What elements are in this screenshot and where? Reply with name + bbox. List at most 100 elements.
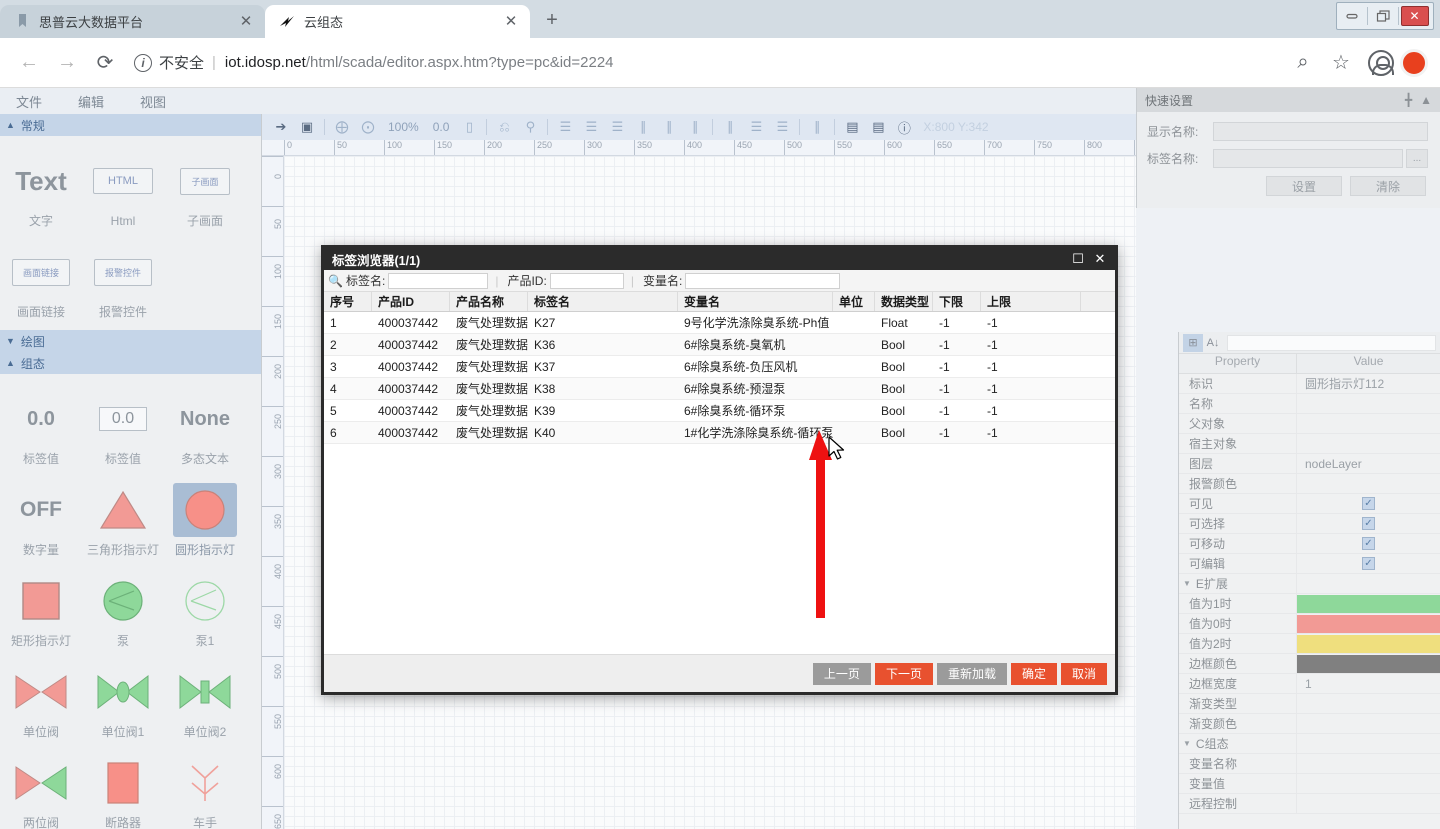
checkbox[interactable]: ✓ <box>1362 557 1375 570</box>
variable-name-filter-input[interactable] <box>685 273 840 289</box>
palette-item-html[interactable]: HTML Html <box>82 144 164 235</box>
property-value[interactable] <box>1297 774 1440 793</box>
table-row[interactable]: 5400037442废气处理数据采K396#除臭系统-循环泵Bool-1-1 <box>324 400 1115 422</box>
property-row[interactable]: 值为1时 <box>1179 594 1440 614</box>
palette-item-unit-valve1[interactable]: 单位阀1 <box>82 655 164 746</box>
property-row[interactable]: 渐变类型 <box>1179 694 1440 714</box>
property-value[interactable]: ✓ <box>1297 514 1440 533</box>
new-tab-button[interactable]: + <box>538 6 566 34</box>
col-unit[interactable]: 单位 <box>833 292 875 311</box>
confirm-button[interactable]: 确定 <box>1011 663 1057 685</box>
property-row[interactable]: 值为2时 <box>1179 634 1440 654</box>
ungroup-icon[interactable]: ∥ <box>804 116 830 138</box>
col-product-id[interactable]: 产品ID <box>372 292 450 311</box>
checkbox[interactable]: ✓ <box>1362 497 1375 510</box>
property-value[interactable] <box>1297 474 1440 493</box>
property-value[interactable]: 圆形指示灯112 <box>1297 374 1440 393</box>
page-icon[interactable]: ▯ <box>456 116 482 138</box>
property-value[interactable] <box>1297 614 1440 633</box>
align-top-icon[interactable]: ∥ <box>630 116 656 138</box>
col-lower-limit[interactable]: 下限 <box>933 292 981 311</box>
reload-button[interactable]: 重新加载 <box>937 663 1007 685</box>
palette-group-general[interactable]: ▲ 常规 <box>0 114 261 136</box>
align-center-icon[interactable]: ☰ <box>578 116 604 138</box>
palette-item-unit-valve[interactable]: 单位阀 <box>0 655 82 746</box>
property-value[interactable] <box>1297 414 1440 433</box>
menu-view[interactable]: 视图 <box>140 92 166 111</box>
palette-item-text[interactable]: Text 文字 <box>0 144 82 235</box>
sort-az-icon[interactable]: A↓ <box>1203 334 1223 352</box>
address-bar[interactable]: i 不安全 | iot.idosp.net /html/scada/editor… <box>134 47 1276 79</box>
table-row[interactable]: 3400037442废气处理数据采K376#除臭系统-负压风机Bool-1-1 <box>324 356 1115 378</box>
profile-avatar-icon[interactable] <box>1368 50 1394 76</box>
col-upper-limit[interactable]: 上限 <box>981 292 1081 311</box>
property-row[interactable]: 标识圆形指示灯112 <box>1179 374 1440 394</box>
property-value[interactable]: 1 <box>1297 674 1440 693</box>
palette-group-drawing[interactable]: ▼ 绘图 <box>0 330 261 352</box>
menu-file[interactable]: 文件 <box>16 92 42 111</box>
palette-item-multistate-text[interactable]: None 多态文本 <box>164 382 246 473</box>
browser-tab-2[interactable]: 云组态 ✕ <box>265 5 530 38</box>
back-icon[interactable]: ← <box>12 46 46 80</box>
maximize-icon[interactable]: ☐ <box>1067 249 1089 269</box>
property-row[interactable]: 变量值 <box>1179 774 1440 794</box>
tag-name-filter-input[interactable] <box>388 273 488 289</box>
property-value[interactable] <box>1297 794 1440 813</box>
align-bottom-icon[interactable]: ∥ <box>682 116 708 138</box>
palette-item-subscreen[interactable]: 子画面 子画面 <box>164 144 246 235</box>
restore-icon[interactable] <box>1368 4 1398 28</box>
align-right-icon[interactable]: ☰ <box>604 116 630 138</box>
property-row[interactable]: 值为0时 <box>1179 614 1440 634</box>
property-row[interactable]: 可选择✓ <box>1179 514 1440 534</box>
property-value[interactable]: nodeLayer <box>1297 454 1440 473</box>
property-value[interactable] <box>1297 434 1440 453</box>
browser-tab-1[interactable]: 思普云大数据平台 ✕ <box>0 5 265 38</box>
palette-item-pump[interactable]: 泵 <box>82 564 164 655</box>
palette-item-digital[interactable]: OFF 数字量 <box>0 473 82 564</box>
bookmark-star-icon[interactable]: ☆ <box>1324 46 1358 80</box>
property-value[interactable]: ✓ <box>1297 494 1440 513</box>
zoom-in-icon[interactable]: ⨁ <box>329 116 355 138</box>
close-icon[interactable]: ✕ <box>500 11 522 33</box>
palette-item-handle[interactable]: 车手 <box>164 746 246 829</box>
distribute-h-icon[interactable]: ∥ <box>717 116 743 138</box>
distribute-v-icon[interactable]: ☰ <box>743 116 769 138</box>
property-row[interactable]: 可编辑✓ <box>1179 554 1440 574</box>
palette-item-circle-lamp[interactable]: 圆形指示灯 <box>164 473 246 564</box>
palette-item-unit-valve2[interactable]: 单位阀2 <box>164 655 246 746</box>
pointer-icon[interactable]: ➔ <box>268 116 294 138</box>
palette-item-pump1[interactable]: 泵1 <box>164 564 246 655</box>
close-icon[interactable]: ✕ <box>235 11 257 33</box>
zoom-out-icon[interactable]: ⨀ <box>355 116 381 138</box>
table-row[interactable]: 6400037442废气处理数据采K401#化学洗涤除臭系统-循环泵Bool-1… <box>324 422 1115 444</box>
property-value[interactable]: ✓ <box>1297 554 1440 573</box>
chevron-up-icon[interactable]: ▲ <box>1420 93 1432 107</box>
info-icon[interactable]: ⓘ <box>891 116 917 138</box>
palette-item-screen-link[interactable]: 画面链接 画面链接 <box>0 235 82 326</box>
property-row[interactable]: 报警颜色 <box>1179 474 1440 494</box>
prev-page-button[interactable]: 上一页 <box>813 663 871 685</box>
table-row[interactable]: 1400037442废气处理数据采K279号化学洗涤除臭系统-Ph值Float-… <box>324 312 1115 334</box>
forward-icon[interactable]: → <box>50 46 84 80</box>
col-variable-name[interactable]: 变量名 <box>678 292 833 311</box>
property-value[interactable] <box>1297 714 1440 733</box>
align-middle-icon[interactable]: ∥ <box>656 116 682 138</box>
palette-item-triangle-lamp[interactable]: 三角形指示灯 <box>82 473 164 564</box>
property-row[interactable]: 宿主对象 <box>1179 434 1440 454</box>
property-value[interactable] <box>1297 694 1440 713</box>
palette-item-alarm-widget[interactable]: 报警控件 报警控件 <box>82 235 164 326</box>
col-tag-name[interactable]: 标签名 <box>528 292 678 311</box>
col-index[interactable]: 序号 <box>324 292 372 311</box>
property-row[interactable]: 远程控制 <box>1179 794 1440 814</box>
palette-item-tag-value-box[interactable]: 0.0 标签值 <box>82 382 164 473</box>
stamp-icon[interactable]: ▣ <box>294 116 320 138</box>
property-row[interactable]: 渐变颜色 <box>1179 714 1440 734</box>
palette-item-tag-value[interactable]: 0.0 标签值 <box>0 382 82 473</box>
search-icon[interactable]: ⌕ <box>1286 46 1320 80</box>
checkbox[interactable]: ✓ <box>1362 537 1375 550</box>
property-row[interactable]: ▼E扩展 <box>1179 574 1440 594</box>
property-value[interactable] <box>1297 734 1440 753</box>
color-swatch[interactable] <box>1297 655 1440 673</box>
property-filter-input[interactable] <box>1227 335 1436 351</box>
palette-group-scada[interactable]: ▲ 组态 <box>0 352 261 374</box>
